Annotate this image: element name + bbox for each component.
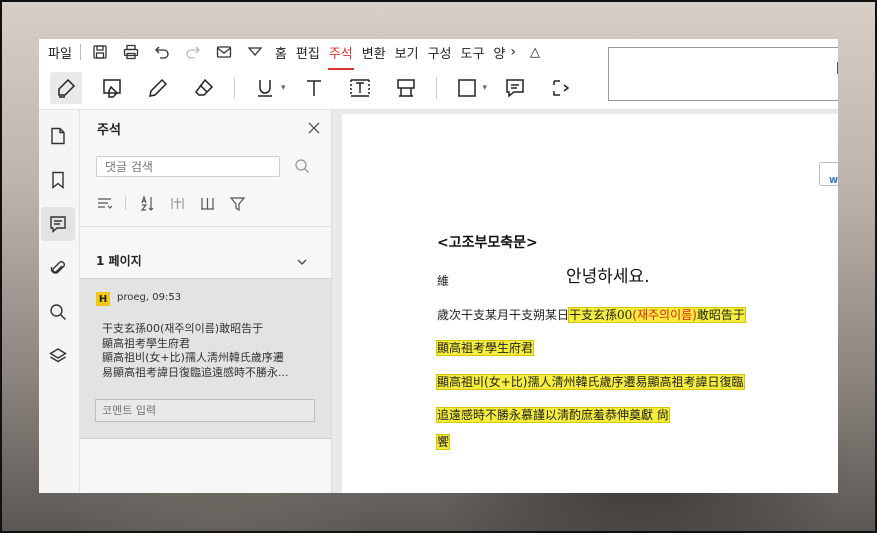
comment-filter-toolbar (95, 194, 258, 212)
textbox-icon[interactable] (344, 72, 376, 104)
search-icon[interactable] (41, 295, 75, 329)
sort-icon[interactable] (95, 194, 113, 212)
bookmark-icon[interactable] (41, 163, 75, 197)
annotation-line: 顯高祖비(女+比)孺人淸州韓氏歲序遷 (102, 351, 284, 364)
annotation-text: 干支玄孫00(재주의이름)敢昭告于 顯高祖考學生府君 顯高祖비(女+比)孺人淸州… (102, 322, 312, 380)
sort-az-icon[interactable] (138, 194, 156, 212)
quick-access-dropdown-icon[interactable] (244, 41, 266, 63)
highlight-annotation[interactable]: 追遠感時不勝永慕謹以淸酌庶羞恭伸奠獻 尙 (436, 407, 670, 423)
doc-line-wei: 維 (437, 274, 450, 288)
collapse-ribbon-icon[interactable]: △ (530, 45, 540, 60)
filter-divider (125, 196, 126, 210)
layers-icon[interactable] (41, 339, 75, 373)
mail-icon[interactable] (213, 41, 235, 63)
callout-icon[interactable] (390, 72, 422, 104)
blank-overlay-box (608, 47, 838, 101)
tab-convert[interactable]: 변환 (362, 41, 386, 64)
pencil-icon[interactable] (142, 72, 174, 104)
tab-organize[interactable]: 구성 (428, 41, 452, 64)
tab-view[interactable]: 보기 (395, 41, 419, 64)
annotation-meta: proeg, 09:53 (117, 292, 181, 303)
highlight-annotation[interactable]: 干支玄孫00(재주의이름)敢昭告于 (568, 307, 746, 323)
page-group-label[interactable]: 1 페이지 (96, 252, 142, 269)
expand-all-icon[interactable] (198, 194, 216, 212)
annotation-card[interactable]: H proeg, 09:53 干支玄孫00(재주의이름)敢昭告于 顯高祖考學生府… (80, 278, 331, 439)
doc-line-4: 追遠感時不勝永慕謹以淸酌庶羞恭伸奠獻 尙 (436, 406, 670, 423)
page-icon[interactable] (41, 119, 75, 153)
collapse-all-icon[interactable] (168, 194, 186, 212)
annotation-toolbar: ▾ ▾ (39, 69, 604, 107)
undo-icon[interactable] (151, 41, 173, 63)
comment-icon[interactable] (41, 207, 75, 241)
attachment-icon[interactable] (41, 251, 75, 285)
search-icon[interactable] (294, 158, 310, 174)
filter-icon[interactable] (228, 194, 246, 212)
left-nav-rail (39, 110, 80, 493)
more-tabs-icon[interactable]: › (510, 44, 516, 60)
pdf-editor-window: 파일 홈 편집 주석 변환 보기 구성 도구 양 › △ ▾ ▾ 주석 댓글 검… (39, 39, 838, 493)
eraser-icon[interactable] (188, 72, 220, 104)
comments-panel: 주석 1 페이지 (80, 110, 332, 493)
panel-title: 주석 (97, 123, 121, 138)
redo-icon[interactable] (182, 41, 204, 63)
annotation-line: 易顯高祖考諱日復臨追遠感時不勝永... (102, 365, 289, 379)
comment-search-input[interactable] (96, 156, 280, 177)
doc-line-2: 顯高祖考學生府君 (435, 339, 535, 356)
doc-hello-text: 안녕하세요. (566, 267, 650, 287)
doc-line-3: 顯高祖비(女+比)孺人淸州韓氏歲序遷易顯高祖考諱日復臨 (436, 373, 745, 390)
doc-title: <고조부모축문> (437, 235, 538, 251)
note-icon[interactable] (499, 72, 531, 104)
chevron-down-icon[interactable] (296, 253, 308, 265)
doc-line-5: 饗 (435, 433, 451, 450)
tab-home[interactable]: 홈 (275, 41, 287, 64)
tab-form[interactable]: 양 (493, 41, 505, 64)
tab-tools[interactable]: 도구 (461, 41, 485, 64)
toolbar-divider (435, 77, 437, 99)
highlight-badge-icon: H (96, 292, 110, 306)
word-convert-icon[interactable]: W (819, 162, 838, 186)
shape-dropdown-icon[interactable]: ▾ (483, 83, 488, 93)
document-viewport[interactable]: <고조부모축문> 維 안녕하세요. 歲次干支某月干支朔某日干支玄孫00(재주의이… (332, 110, 838, 493)
document-page: <고조부모축문> 維 안녕하세요. 歲次干支某月干支朔某日干支玄孫00(재주의이… (342, 114, 838, 493)
more-tools-icon[interactable] (545, 72, 577, 104)
tab-comment[interactable]: 주석 (327, 41, 354, 70)
area-highlight-icon[interactable] (96, 72, 128, 104)
underline-dropdown-icon[interactable]: ▾ (281, 83, 286, 93)
annotation-line: 顯高祖考學生府君 (102, 336, 190, 350)
menu-file[interactable]: 파일 (48, 43, 72, 62)
highlight-annotation[interactable]: 顯高祖考學生府君 (435, 340, 535, 356)
close-icon[interactable] (307, 120, 321, 134)
annotation-author: proeg, (117, 292, 150, 303)
typewriter-icon[interactable] (298, 72, 330, 104)
underline-icon[interactable] (249, 72, 281, 104)
annotation-time: 09:53 (152, 292, 182, 303)
highlight-annotation[interactable]: 饗 (435, 434, 451, 450)
doc-line-1: 歲次干支某月干支朔某日干支玄孫00(재주의이름)敢昭告于 (437, 306, 746, 323)
shape-icon[interactable] (451, 72, 483, 104)
doc-text: 歲次干支某月干支朔某日 (437, 308, 570, 322)
menu-divider (79, 44, 81, 60)
annotation-line: 干支玄孫00(재주의이름)敢昭告于 (102, 322, 264, 335)
save-icon[interactable] (89, 41, 111, 63)
print-icon[interactable] (120, 41, 142, 63)
highlight-icon[interactable] (50, 72, 82, 104)
panel-divider (80, 226, 331, 227)
toolbar-divider (234, 77, 235, 99)
tab-edit[interactable]: 편집 (296, 41, 320, 64)
highlight-annotation[interactable]: 顯高祖비(女+比)孺人淸州韓氏歲序遷易顯高祖考諱日復臨 (436, 374, 745, 390)
reply-input[interactable] (95, 399, 315, 422)
